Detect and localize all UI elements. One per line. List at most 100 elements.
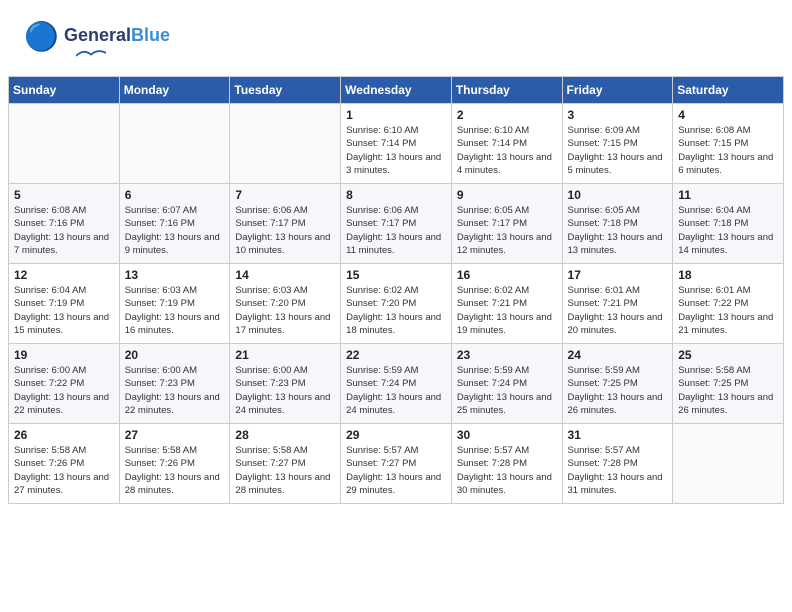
calendar-cell: 14 Sunrise: 6:03 AM Sunset: 7:20 PM Dayli… [230, 264, 341, 344]
day-info: Sunrise: 6:06 AM Sunset: 7:17 PM Dayligh… [235, 204, 335, 257]
calendar-cell: 31 Sunrise: 5:57 AM Sunset: 7:28 PM Dayli… [562, 424, 673, 504]
day-number: 12 [14, 268, 114, 282]
calendar-cell: 15 Sunrise: 6:02 AM Sunset: 7:20 PM Dayli… [341, 264, 452, 344]
day-number: 5 [14, 188, 114, 202]
day-number: 29 [346, 428, 446, 442]
day-number: 24 [568, 348, 668, 362]
calendar-cell: 16Sunrise: 6:02 AM Sunset: 7:21 PM Dayli… [451, 264, 562, 344]
day-number: 15 [346, 268, 446, 282]
day-info: Sunrise: 6:00 AM Sunset: 7:23 PM Dayligh… [235, 364, 335, 417]
day-number: 30 [457, 428, 557, 442]
day-number: 21 [235, 348, 335, 362]
calendar-cell: 5 Sunrise: 6:08 AM Sunset: 7:16 PM Daylig… [9, 184, 120, 264]
day-info: Sunrise: 6:03 AM Sunset: 7:20 PM Dayligh… [235, 284, 335, 337]
logo-bird-icon: 🔵 [24, 18, 60, 54]
day-number: 26 [14, 428, 114, 442]
day-number: 4 [678, 108, 778, 122]
day-info: Sunrise: 6:07 AM Sunset: 7:16 PM Dayligh… [125, 204, 225, 257]
day-info: Sunrise: 6:02 AM Sunset: 7:20 PM Dayligh… [346, 284, 446, 337]
day-info: Sunrise: 6:03 AM Sunset: 7:19 PM Dayligh… [125, 284, 225, 337]
calendar-cell: 4Sunrise: 6:08 AM Sunset: 7:15 PM Daylig… [673, 104, 784, 184]
calendar-cell [230, 104, 341, 184]
calendar-cell: 23 Sunrise: 5:59 AM Sunset: 7:24 PM Dayli… [451, 344, 562, 424]
day-info: Sunrise: 5:59 AM Sunset: 7:24 PM Dayligh… [346, 364, 446, 417]
day-info: Sunrise: 6:00 AM Sunset: 7:22 PM Dayligh… [14, 364, 114, 417]
calendar-cell: 21 Sunrise: 6:00 AM Sunset: 7:23 PM Dayli… [230, 344, 341, 424]
weekday-header: Friday [562, 77, 673, 104]
weekday-header: Wednesday [341, 77, 452, 104]
day-info: Sunrise: 6:04 AM Sunset: 7:19 PM Dayligh… [14, 284, 114, 337]
calendar-cell: 2Sunrise: 6:10 AM Sunset: 7:14 PM Daylig… [451, 104, 562, 184]
weekday-header: Sunday [9, 77, 120, 104]
day-info: Sunrise: 5:57 AM Sunset: 7:27 PM Dayligh… [346, 444, 446, 497]
day-number: 25 [678, 348, 778, 362]
calendar-cell: 12 Sunrise: 6:04 AM Sunset: 7:19 PM Dayli… [9, 264, 120, 344]
day-info: Sunrise: 6:01 AM Sunset: 7:22 PM Dayligh… [678, 284, 778, 337]
day-number: 7 [235, 188, 335, 202]
day-number: 31 [568, 428, 668, 442]
calendar-cell: 26 Sunrise: 5:58 AM Sunset: 7:26 PM Dayli… [9, 424, 120, 504]
weekday-header: Saturday [673, 77, 784, 104]
day-number: 1 [346, 108, 446, 122]
page-header: 🔵 GeneralBlue [0, 0, 792, 76]
calendar-cell: 1 Sunrise: 6:10 AM Sunset: 7:14 PM Daylig… [341, 104, 452, 184]
svg-text:🔵: 🔵 [24, 20, 59, 53]
calendar-cell: 11 Sunrise: 6:04 AM Sunset: 7:18 PM Dayli… [673, 184, 784, 264]
day-number: 17 [568, 268, 668, 282]
day-number: 20 [125, 348, 225, 362]
day-number: 27 [125, 428, 225, 442]
calendar-cell: 19Sunrise: 6:00 AM Sunset: 7:22 PM Dayli… [9, 344, 120, 424]
calendar-cell: 22 Sunrise: 5:59 AM Sunset: 7:24 PM Dayli… [341, 344, 452, 424]
calendar-cell: 17 Sunrise: 6:01 AM Sunset: 7:21 PM Dayli… [562, 264, 673, 344]
day-info: Sunrise: 6:10 AM Sunset: 7:14 PM Dayligh… [457, 124, 557, 177]
day-info: Sunrise: 6:01 AM Sunset: 7:21 PM Dayligh… [568, 284, 668, 337]
day-info: Sunrise: 6:06 AM Sunset: 7:17 PM Dayligh… [346, 204, 446, 257]
day-number: 28 [235, 428, 335, 442]
day-info: Sunrise: 6:08 AM Sunset: 7:16 PM Dayligh… [14, 204, 114, 257]
calendar-cell: 9 Sunrise: 6:05 AM Sunset: 7:17 PM Daylig… [451, 184, 562, 264]
calendar-cell: 10 Sunrise: 6:05 AM Sunset: 7:18 PM Dayli… [562, 184, 673, 264]
day-number: 3 [568, 108, 668, 122]
day-info: Sunrise: 6:00 AM Sunset: 7:23 PM Dayligh… [125, 364, 225, 417]
day-info: Sunrise: 6:04 AM Sunset: 7:18 PM Dayligh… [678, 204, 778, 257]
calendar-cell: 6 Sunrise: 6:07 AM Sunset: 7:16 PM Daylig… [119, 184, 230, 264]
day-number: 23 [457, 348, 557, 362]
calendar-table: SundayMondayTuesdayWednesdayThursdayFrid… [8, 76, 784, 504]
day-info: Sunrise: 6:05 AM Sunset: 7:18 PM Dayligh… [568, 204, 668, 257]
day-info: Sunrise: 6:10 AM Sunset: 7:14 PM Dayligh… [346, 124, 446, 177]
calendar-cell: 3 Sunrise: 6:09 AM Sunset: 7:15 PM Daylig… [562, 104, 673, 184]
day-number: 10 [568, 188, 668, 202]
day-number: 14 [235, 268, 335, 282]
calendar-cell: 7 Sunrise: 6:06 AM Sunset: 7:17 PM Daylig… [230, 184, 341, 264]
calendar-cell: 18 Sunrise: 6:01 AM Sunset: 7:22 PM Dayli… [673, 264, 784, 344]
bird-icon [76, 46, 106, 66]
day-number: 11 [678, 188, 778, 202]
calendar-cell [673, 424, 784, 504]
logo-text: GeneralBlue [64, 26, 170, 46]
day-info: Sunrise: 5:58 AM Sunset: 7:26 PM Dayligh… [125, 444, 225, 497]
calendar-cell: 8Sunrise: 6:06 AM Sunset: 7:17 PM Daylig… [341, 184, 452, 264]
day-info: Sunrise: 5:57 AM Sunset: 7:28 PM Dayligh… [568, 444, 668, 497]
day-info: Sunrise: 5:58 AM Sunset: 7:27 PM Dayligh… [235, 444, 335, 497]
calendar-cell: 13 Sunrise: 6:03 AM Sunset: 7:19 PM Dayli… [119, 264, 230, 344]
calendar-cell: 28 Sunrise: 5:58 AM Sunset: 7:27 PM Dayli… [230, 424, 341, 504]
calendar-cell: 27 Sunrise: 5:58 AM Sunset: 7:26 PM Dayli… [119, 424, 230, 504]
calendar-cell [119, 104, 230, 184]
weekday-header: Thursday [451, 77, 562, 104]
logo: 🔵 GeneralBlue [24, 18, 170, 66]
day-number: 22 [346, 348, 446, 362]
day-info: Sunrise: 5:59 AM Sunset: 7:25 PM Dayligh… [568, 364, 668, 417]
day-info: Sunrise: 5:59 AM Sunset: 7:24 PM Dayligh… [457, 364, 557, 417]
day-info: Sunrise: 5:58 AM Sunset: 7:26 PM Dayligh… [14, 444, 114, 497]
calendar-cell: 24 Sunrise: 5:59 AM Sunset: 7:25 PM Dayli… [562, 344, 673, 424]
day-number: 18 [678, 268, 778, 282]
day-number: 6 [125, 188, 225, 202]
day-number: 16 [457, 268, 557, 282]
day-info: Sunrise: 6:09 AM Sunset: 7:15 PM Dayligh… [568, 124, 668, 177]
calendar-cell: 30 Sunrise: 5:57 AM Sunset: 7:28 PM Dayli… [451, 424, 562, 504]
day-number: 13 [125, 268, 225, 282]
day-number: 9 [457, 188, 557, 202]
weekday-header: Tuesday [230, 77, 341, 104]
day-info: Sunrise: 6:05 AM Sunset: 7:17 PM Dayligh… [457, 204, 557, 257]
day-info: Sunrise: 5:57 AM Sunset: 7:28 PM Dayligh… [457, 444, 557, 497]
